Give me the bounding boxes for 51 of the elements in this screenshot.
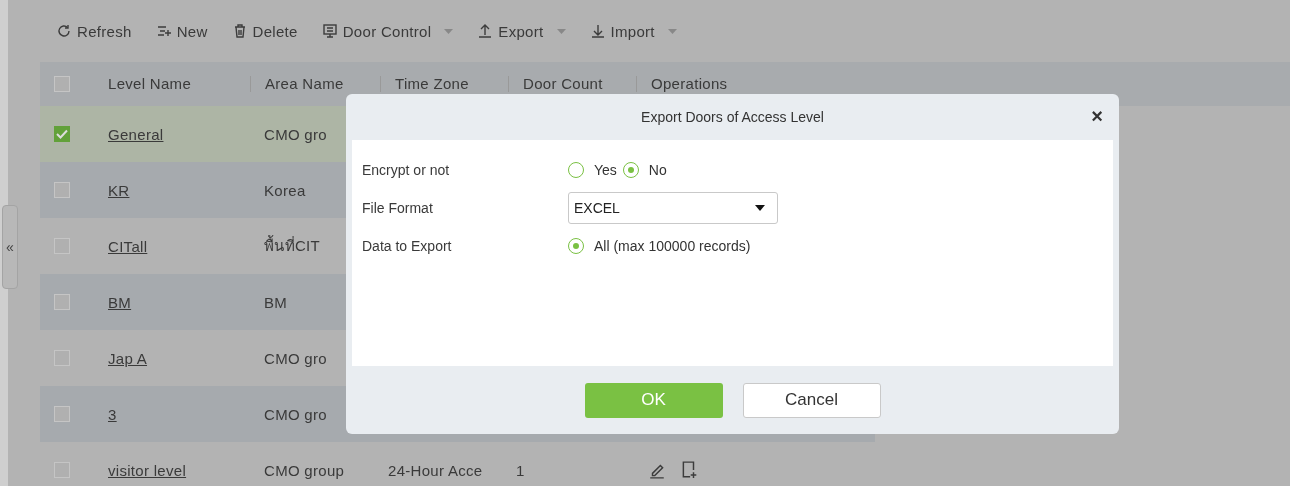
row-checkbox[interactable]: [54, 182, 70, 198]
column-header: Area Name: [265, 75, 344, 92]
sidebar-collapse-button[interactable]: «: [2, 205, 18, 289]
column-header: Time Zone: [395, 75, 469, 92]
check-icon: [56, 129, 68, 139]
field-label: Data to Export: [362, 238, 453, 254]
table-cell-text: 24-Hour Acce: [387, 461, 483, 479]
level-link[interactable]: Jap A: [100, 349, 148, 367]
column-header: Door Count: [523, 75, 603, 92]
add-list-icon: [155, 23, 172, 39]
table-cell-text: Korea: [263, 181, 306, 199]
field-label: File Format: [362, 200, 434, 216]
table-cell-text: พื้นที่CIT: [263, 234, 320, 256]
radio-option[interactable]: All (max 100000 records): [568, 238, 751, 254]
toolbar-button[interactable]: Door Control: [321, 22, 454, 40]
toolbar-button[interactable]: Delete: [231, 22, 298, 40]
table-cell-text: CMO gro: [263, 349, 327, 367]
level-link[interactable]: General: [100, 125, 164, 143]
select-all-checkbox[interactable]: [54, 76, 70, 92]
toolbar-button[interactable]: Import: [589, 22, 677, 40]
level-link[interactable]: 3: [100, 405, 117, 423]
row-checkbox[interactable]: [54, 294, 70, 310]
format-dropdown[interactable]: EXCEL: [568, 192, 778, 224]
row-checkbox[interactable]: [54, 126, 70, 142]
dialog-title: Export Doors of Access Level: [641, 109, 824, 125]
level-link[interactable]: visitor level: [100, 461, 187, 479]
column-header: Level Name: [108, 75, 192, 92]
radio-option[interactable]: No: [622, 162, 667, 178]
level-link[interactable]: KR: [100, 181, 130, 199]
close-button[interactable]: ×: [1091, 106, 1103, 126]
monitor-icon: [321, 23, 338, 39]
table-cell-text: 1: [515, 461, 525, 479]
toolbar-button[interactable]: New: [155, 22, 208, 40]
table-cell-text: CMO gro: [263, 125, 327, 143]
toolbar-button[interactable]: Refresh: [56, 22, 132, 40]
level-link[interactable]: BM: [100, 293, 132, 311]
table-cell-text: CMO gro: [263, 405, 327, 423]
table-cell-text: BM: [263, 293, 288, 311]
download-icon: [589, 23, 606, 39]
column-header: Operations: [651, 75, 728, 92]
document-plus-icon[interactable]: [680, 461, 698, 479]
caret-icon: [755, 205, 765, 211]
row-checkbox[interactable]: [54, 406, 70, 422]
refresh-icon: [56, 23, 72, 39]
toolbar-button[interactable]: Export: [477, 22, 566, 40]
radio-option[interactable]: Yes: [568, 162, 617, 178]
field-label: Encrypt or not: [362, 162, 451, 178]
upload-icon: [477, 23, 494, 39]
level-link[interactable]: CITall: [100, 237, 148, 255]
table-cell-text: CMO group: [263, 461, 345, 479]
cancel-button[interactable]: Cancel: [742, 382, 881, 418]
